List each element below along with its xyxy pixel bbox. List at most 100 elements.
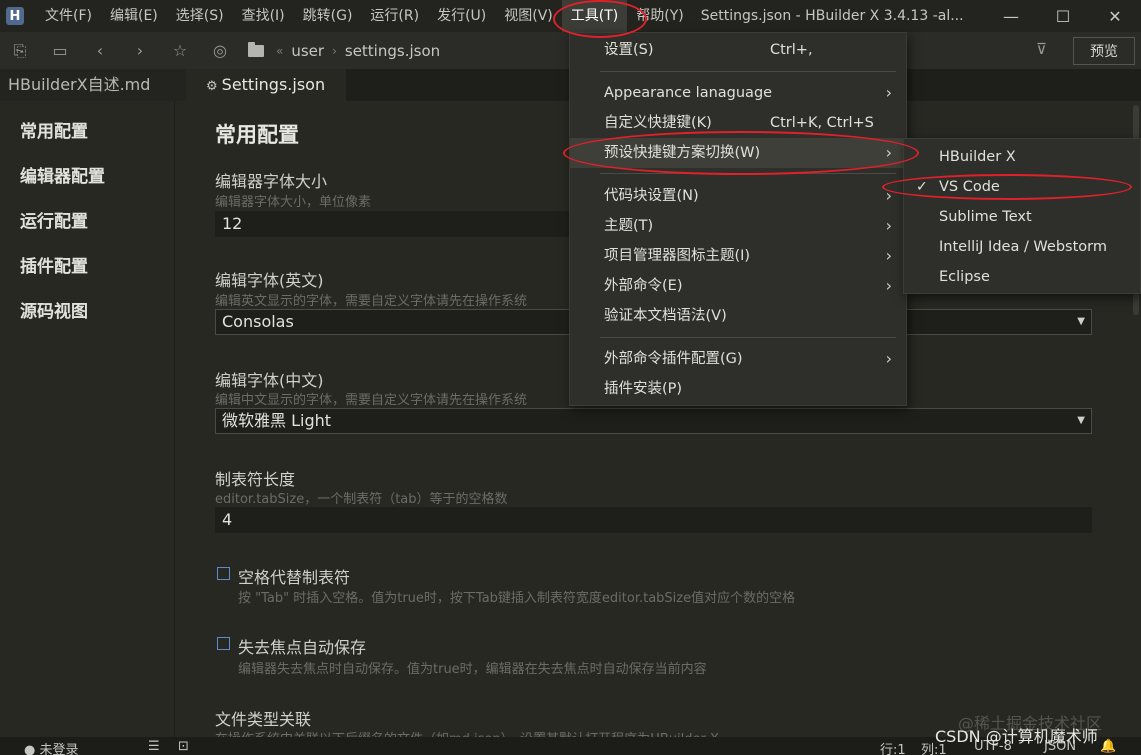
keymap-intellij[interactable]: IntelliJ Idea / Webstorm bbox=[904, 232, 1140, 262]
sidebar-item-run[interactable]: 运行配置 bbox=[20, 207, 88, 232]
menu-divider bbox=[600, 337, 896, 338]
font-cn-value: 微软雅黑 Light bbox=[222, 411, 332, 430]
terminal-icon[interactable]: ⊡ bbox=[178, 739, 189, 754]
menu-item-validate-syntax[interactable]: 验证本文档语法(V) bbox=[570, 301, 906, 331]
menu-goto[interactable]: 跳转(G) bbox=[294, 0, 362, 32]
menu-edit[interactable]: 编辑(E) bbox=[101, 0, 167, 32]
tab-size-label: 制表符长度 bbox=[215, 470, 296, 489]
settings-sidebar: 常用配置 编辑器配置 运行配置 插件配置 源码视图 bbox=[0, 101, 175, 737]
keymap-label: Sublime Text bbox=[939, 209, 1032, 225]
font-en-desc: 编辑英文显示的字体，需要自定义字体请先在操作系统 bbox=[215, 294, 528, 309]
tab-readme[interactable]: HBuilderX自述.md bbox=[0, 69, 186, 101]
tab-settings[interactable]: ⚙ Settings.json bbox=[186, 69, 346, 101]
annotation-ellipse-tools-menu bbox=[553, 0, 647, 38]
menu-publish[interactable]: 发行(U) bbox=[428, 0, 495, 32]
menu-item-install-plugin[interactable]: 插件安装(P) bbox=[570, 374, 906, 404]
menu-file[interactable]: 文件(F) bbox=[36, 0, 101, 32]
new-file-icon[interactable]: ⎘ bbox=[0, 32, 40, 69]
auto-save-checkbox[interactable] bbox=[217, 637, 230, 650]
font-cn-label: 编辑字体(中文) bbox=[215, 371, 324, 390]
menu-item-label: 验证本文档语法(V) bbox=[604, 308, 727, 324]
keymap-label: Eclipse bbox=[939, 269, 990, 285]
section-title: 常用配置 bbox=[215, 123, 299, 147]
breadcrumb-user[interactable]: user bbox=[291, 42, 324, 60]
chevron-right-icon: › bbox=[885, 246, 892, 265]
tools-menu: 设置(S) Ctrl+, Appearance lanaguage › 自定义快… bbox=[569, 32, 907, 406]
login-label: 未登录 bbox=[39, 743, 79, 755]
tab-label: HBuilderX自述.md bbox=[8, 75, 151, 94]
breadcrumb-file[interactable]: settings.json bbox=[345, 42, 440, 60]
login-status[interactable]: ● 未登录 bbox=[24, 739, 79, 755]
keymap-eclipse[interactable]: Eclipse bbox=[904, 262, 1140, 292]
menu-find[interactable]: 查找(I) bbox=[233, 0, 294, 32]
keymap-hbuilderx[interactable]: HBuilder X bbox=[904, 142, 1140, 172]
gear-icon: ⚙ bbox=[206, 79, 218, 94]
menu-item-label: 主题(T) bbox=[604, 218, 654, 234]
annotation-ellipse-keymap-preset bbox=[563, 131, 919, 175]
filter-icon[interactable]: ⊽ bbox=[1036, 40, 1047, 58]
breadcrumb: « user › settings.json bbox=[248, 41, 440, 60]
font-cn-desc: 编辑中文显示的字体，需要自定义字体请先在操作系统 bbox=[215, 393, 528, 408]
font-en-label: 编辑字体(英文) bbox=[215, 271, 324, 290]
run-icon[interactable]: ◎ bbox=[200, 32, 240, 69]
chevron-right-icon: › bbox=[885, 276, 892, 295]
chevron-down-icon: ▼ bbox=[1077, 415, 1085, 426]
chevron-right-icon: › bbox=[885, 349, 892, 368]
preview-button[interactable]: 预览 bbox=[1073, 37, 1135, 65]
forward-icon[interactable]: › bbox=[120, 32, 160, 69]
font-cn-select[interactable]: 微软雅黑 Light ▼ bbox=[215, 408, 1092, 434]
menu-divider bbox=[600, 71, 896, 72]
star-icon[interactable]: ☆ bbox=[160, 32, 200, 69]
menu-item-icon-theme[interactable]: 项目管理器图标主题(I) › bbox=[570, 241, 906, 271]
line-number[interactable]: 行:1 bbox=[880, 739, 906, 755]
font-size-label: 编辑器字体大小 bbox=[215, 172, 328, 191]
chevron-down-icon: ▼ bbox=[1077, 316, 1085, 327]
sidebar-item-common[interactable]: 常用配置 bbox=[20, 117, 88, 142]
menu-item-external-plugin-config[interactable]: 外部命令插件配置(G) › bbox=[570, 344, 906, 374]
tab-size-desc: editor.tabSize，一个制表符（tab）等于的空格数 bbox=[215, 492, 508, 507]
minimize-icon[interactable]: — bbox=[985, 0, 1037, 32]
hbuilder-logo-icon: H bbox=[6, 7, 24, 25]
menu-item-label: 代码块设置(N) bbox=[604, 188, 699, 204]
menu-run[interactable]: 运行(R) bbox=[361, 0, 428, 32]
insert-spaces-checkbox[interactable] bbox=[217, 567, 230, 580]
menu-item-settings[interactable]: 设置(S) Ctrl+, bbox=[570, 35, 906, 65]
menu-item-label: 项目管理器图标主题(I) bbox=[604, 248, 751, 264]
tab-label: Settings.json bbox=[221, 75, 326, 94]
menu-item-label: 外部命令插件配置(G) bbox=[604, 351, 743, 367]
breadcrumb-separator-icon: « bbox=[276, 43, 284, 58]
menu-item-shortcut: Ctrl+, bbox=[770, 42, 813, 58]
back-icon[interactable]: ‹ bbox=[80, 32, 120, 69]
file-assoc-label: 文件类型关联 bbox=[215, 710, 312, 729]
bell-icon[interactable]: 🔔 bbox=[1100, 739, 1116, 754]
list-icon[interactable]: ☰ bbox=[148, 739, 160, 754]
sidebar-item-source[interactable]: 源码视图 bbox=[20, 297, 88, 322]
menu-item-label: 外部命令(E) bbox=[604, 278, 683, 294]
menu-item-label: 设置(S) bbox=[604, 42, 654, 58]
close-icon[interactable]: ✕ bbox=[1089, 0, 1141, 32]
save-icon[interactable]: ▭ bbox=[40, 32, 80, 69]
auto-save-label: 失去焦点自动保存 bbox=[238, 638, 367, 657]
tab-size-input[interactable]: 4 bbox=[215, 507, 1092, 533]
annotation-ellipse-vscode bbox=[882, 174, 1132, 200]
menu-select[interactable]: 选择(S) bbox=[167, 0, 233, 32]
menu-item-appearance-language[interactable]: Appearance lanaguage › bbox=[570, 78, 906, 108]
menu-item-theme[interactable]: 主题(T) › bbox=[570, 211, 906, 241]
window-controls: — ☐ ✕ bbox=[985, 0, 1141, 32]
sidebar-item-editor[interactable]: 编辑器配置 bbox=[20, 162, 105, 187]
window-title: Settings.json - HBuilder X 3.4.13 -al... bbox=[700, 8, 964, 24]
keymap-label: IntelliJ Idea / Webstorm bbox=[939, 239, 1107, 255]
watermark-csdn: CSDN @计算机魔术师 bbox=[935, 727, 1098, 746]
font-size-desc: 编辑器字体大小，单位像素 bbox=[215, 195, 372, 210]
maximize-icon[interactable]: ☐ bbox=[1037, 0, 1089, 32]
menu-item-label: 插件安装(P) bbox=[604, 381, 683, 397]
menu-item-external-commands[interactable]: 外部命令(E) › bbox=[570, 271, 906, 301]
breadcrumb-separator-icon: › bbox=[332, 43, 337, 58]
sidebar-item-plugins[interactable]: 插件配置 bbox=[20, 252, 88, 277]
keymap-sublime[interactable]: Sublime Text bbox=[904, 202, 1140, 232]
font-en-value: Consolas bbox=[222, 312, 294, 331]
folder-icon bbox=[248, 41, 264, 57]
chevron-right-icon: › bbox=[885, 216, 892, 235]
menu-view[interactable]: 视图(V) bbox=[495, 0, 562, 32]
menu-item-snippets[interactable]: 代码块设置(N) › bbox=[570, 181, 906, 211]
